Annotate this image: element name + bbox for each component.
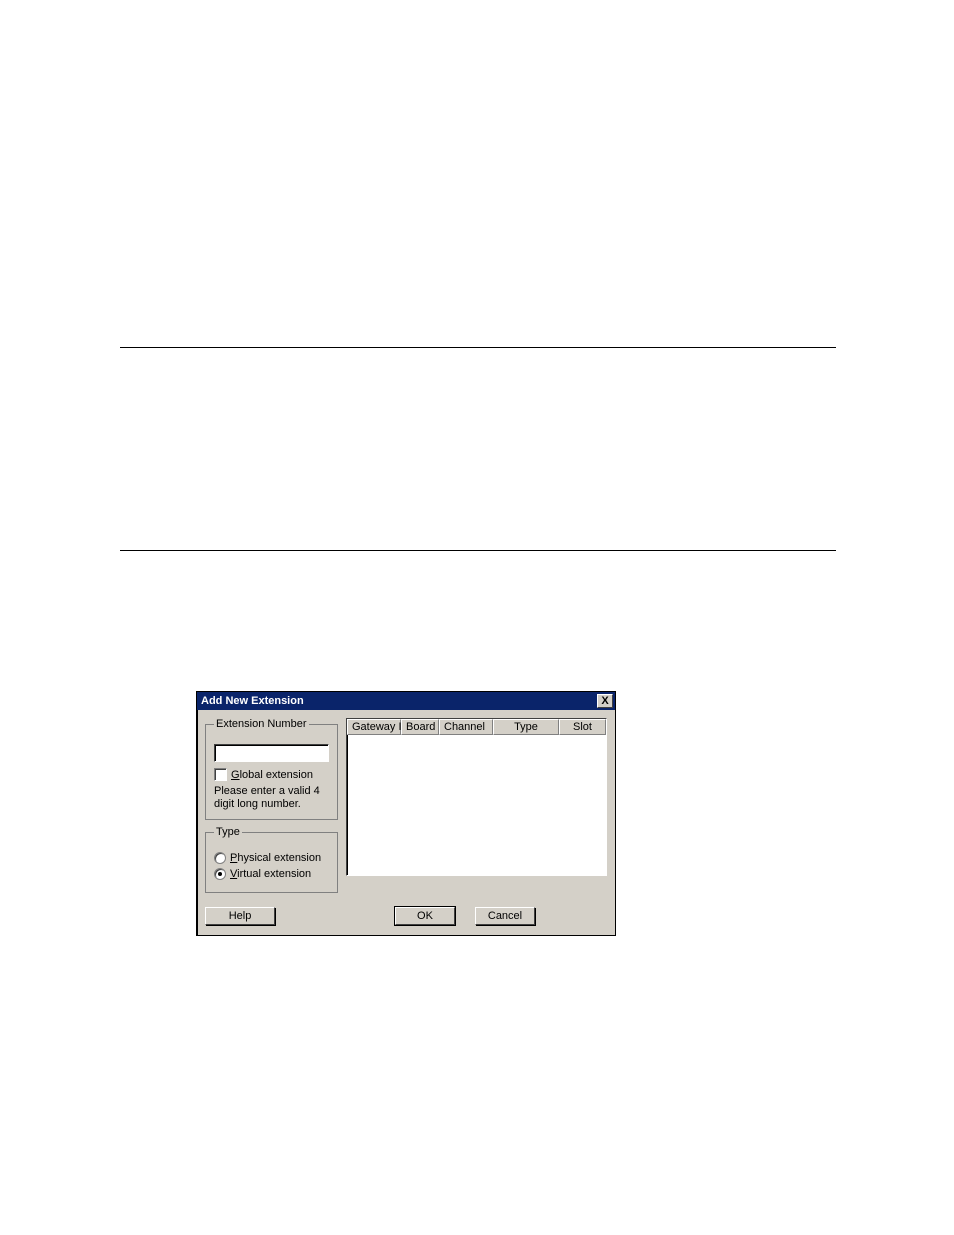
ok-button[interactable]: OK [395,907,455,925]
virtual-extension-radio[interactable]: Virtual extension [214,868,329,880]
extension-number-input[interactable] [214,744,329,762]
global-extension-checkbox-row[interactable]: Global extension [214,768,329,781]
grid-header-slot[interactable]: Slot [559,719,606,735]
grid-header-type[interactable]: Type [493,719,559,735]
grid-header-channel[interactable]: Channel [439,719,493,735]
dialog-body: Extension Number Global extension Please… [197,710,615,901]
virtual-extension-label: Virtual extension [230,868,311,880]
type-legend: Type [214,826,242,838]
checkbox-icon [214,768,227,781]
close-icon: X [601,695,608,707]
type-group: Type Physical extension Virtual extensio… [205,826,338,893]
right-column: Gateway Id Board Channel Type Slot [346,718,607,893]
horizontal-rule [120,550,836,551]
extension-number-legend: Extension Number [214,718,309,730]
help-button[interactable]: Help [205,907,275,925]
extension-help-text: Please enter a valid 4 digit long number… [214,785,329,811]
dialog-title: Add New Extension [201,695,304,707]
radio-icon [214,868,226,880]
grid-header-row: Gateway Id Board Channel Type Slot [347,719,606,735]
grid-header-gateway[interactable]: Gateway Id [347,719,401,735]
horizontal-rule [120,347,836,348]
channel-grid[interactable]: Gateway Id Board Channel Type Slot [346,718,607,876]
grid-header-board[interactable]: Board [401,719,439,735]
titlebar: Add New Extension X [197,692,615,710]
left-column: Extension Number Global extension Please… [205,718,338,893]
physical-extension-label: Physical extension [230,852,321,864]
dialog-button-row: Help OK Cancel [197,901,615,935]
radio-icon [214,852,226,864]
extension-number-group: Extension Number Global extension Please… [205,718,338,820]
cancel-button[interactable]: Cancel [475,907,535,925]
close-button[interactable]: X [597,694,613,708]
physical-extension-radio[interactable]: Physical extension [214,852,329,864]
global-extension-label: Global extension [231,769,313,781]
add-new-extension-dialog: Add New Extension X Extension Number Glo… [196,691,616,936]
